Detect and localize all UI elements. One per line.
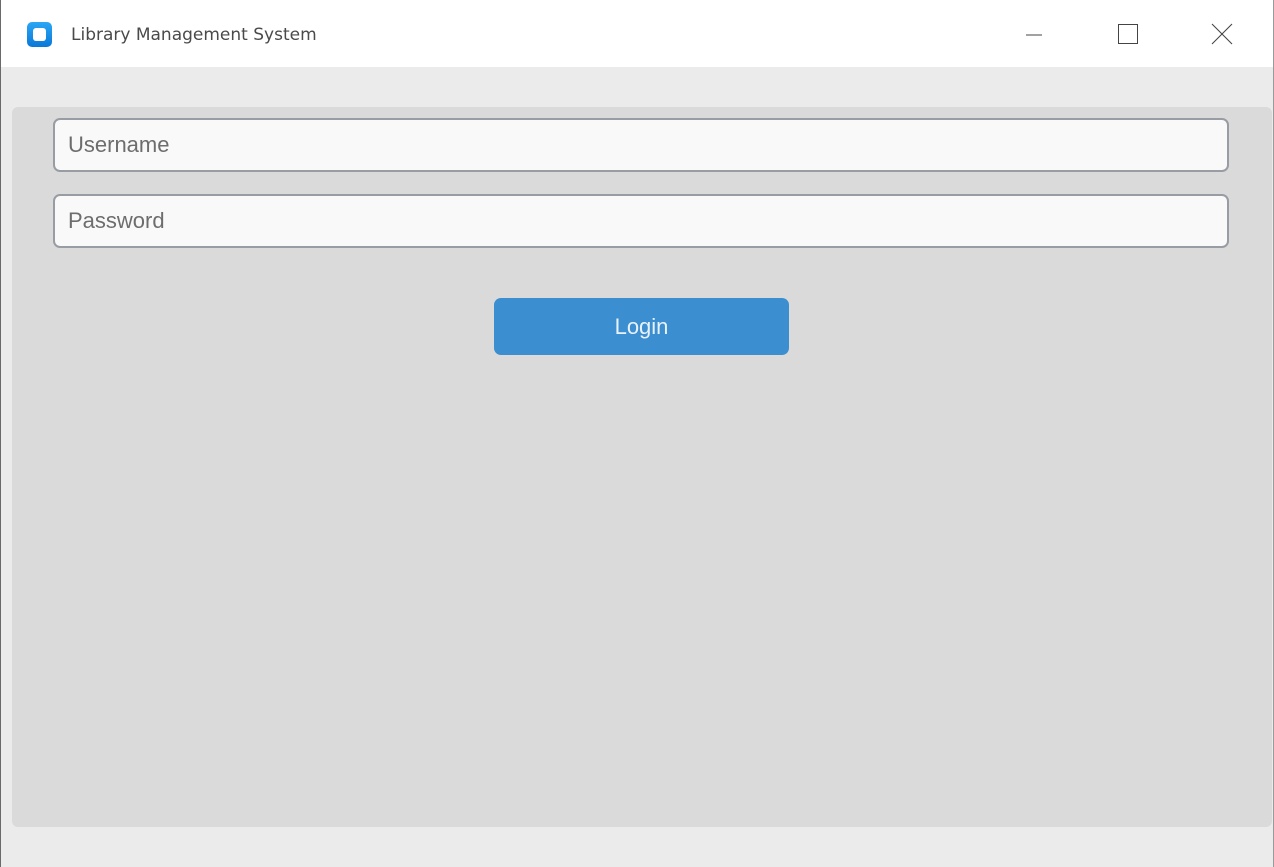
close-button[interactable] xyxy=(1199,0,1245,67)
password-input[interactable] xyxy=(53,194,1229,248)
login-button[interactable]: Login xyxy=(494,298,789,355)
title-bar[interactable]: Library Management System xyxy=(1,0,1273,67)
app-window-icon xyxy=(27,22,52,47)
minimize-icon xyxy=(1026,34,1042,35)
username-input[interactable] xyxy=(53,118,1229,172)
close-icon xyxy=(1211,23,1233,44)
login-panel: Login xyxy=(12,107,1272,827)
window-title: Library Management System xyxy=(71,25,317,45)
maximize-button[interactable] xyxy=(1105,0,1151,67)
app-window: Library Management System Login xyxy=(0,0,1274,867)
minimize-button[interactable] xyxy=(1011,0,1057,67)
maximize-icon xyxy=(1118,23,1138,44)
